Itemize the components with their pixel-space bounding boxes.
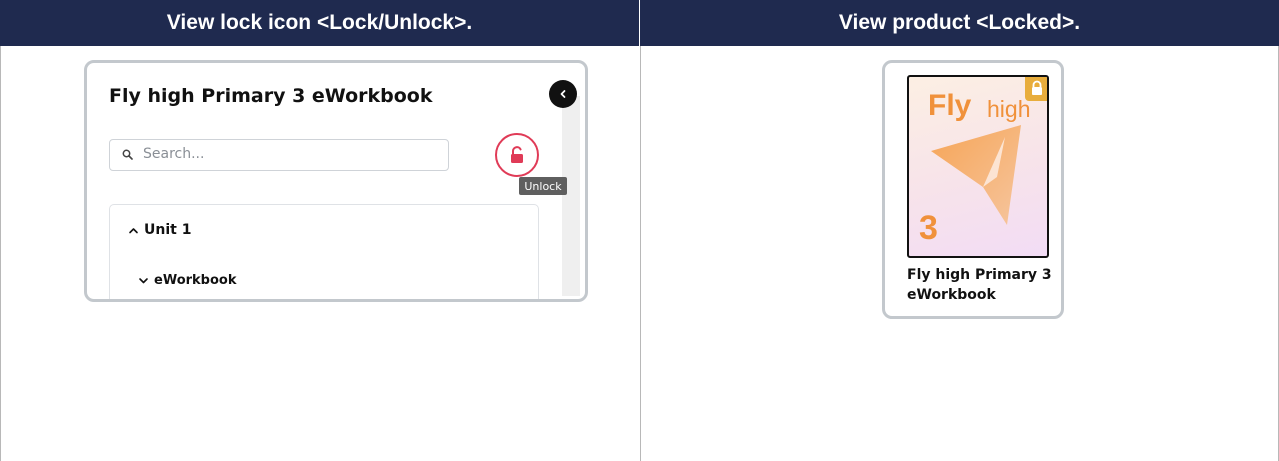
unit-toggle[interactable]: Unit 1 <box>128 222 191 238</box>
header-row: View lock icon <Lock/Unlock>. View produ… <box>0 0 1279 46</box>
cover-brand-suffix: high <box>987 96 1031 122</box>
cover-brand: Fly <box>928 89 972 122</box>
unlock-icon <box>511 146 523 163</box>
product-title: Fly high Primary 3 eWorkbook <box>907 267 1052 303</box>
header-product-view: View product <Locked>. <box>640 0 1279 46</box>
column-divider <box>640 46 641 461</box>
chevron-down-icon <box>139 278 148 284</box>
scrollbar[interactable] <box>562 96 580 296</box>
sub-label: eWorkbook <box>154 273 237 288</box>
unit-tree: Unit 1 eWorkbook <box>109 204 539 299</box>
header-lock-icon-view: View lock icon <Lock/Unlock>. <box>0 0 640 46</box>
product-cover: Fly high 3 <box>907 75 1049 258</box>
cover-level-number: 3 <box>919 209 938 247</box>
ebook-side-panel: Fly high Primary 3 eWorkbook Search... U… <box>84 60 588 302</box>
lock-icon <box>1032 80 1042 95</box>
search-icon <box>122 149 133 160</box>
unlock-tooltip: Unlock <box>519 177 567 195</box>
sub-toggle[interactable]: eWorkbook <box>138 273 237 288</box>
search-input[interactable]: Search... <box>109 139 449 171</box>
unit-label: Unit 1 <box>144 222 192 238</box>
collapse-panel-button[interactable] <box>549 80 577 108</box>
chevron-up-icon <box>129 227 138 233</box>
unlock-button[interactable] <box>495 133 539 177</box>
locked-badge <box>1025 77 1047 101</box>
panel-title: Fly high Primary 3 eWorkbook <box>109 85 433 107</box>
product-card[interactable]: Fly high 3 Fly high Primary 3 eWorkbook <box>882 60 1064 319</box>
chevron-left-icon <box>560 90 566 98</box>
search-placeholder: Search... <box>143 146 205 162</box>
